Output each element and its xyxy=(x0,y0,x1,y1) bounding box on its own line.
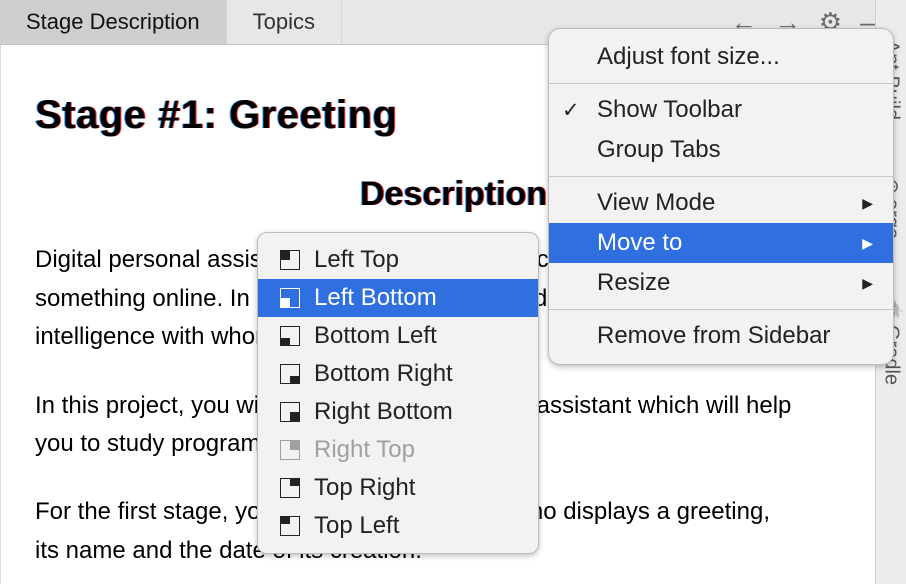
submenu-item-label: Right Bottom xyxy=(314,398,453,426)
menu-move-to[interactable]: Move to xyxy=(549,223,893,263)
submenu-bottom-right[interactable]: Bottom Right xyxy=(258,355,538,393)
pos-left-top-icon xyxy=(280,250,300,270)
submenu-bottom-left[interactable]: Bottom Left xyxy=(258,317,538,355)
menu-item-label: Show Toolbar xyxy=(597,96,742,124)
tab-topics[interactable]: Topics xyxy=(227,0,342,44)
submenu-top-left[interactable]: Top Left xyxy=(258,507,538,545)
submenu-left-top[interactable]: Left Top xyxy=(258,241,538,279)
submenu-item-label: Right Top xyxy=(314,436,415,464)
pos-right-top-icon xyxy=(280,440,300,460)
submenu-top-right[interactable]: Top Right xyxy=(258,469,538,507)
menu-resize[interactable]: Resize xyxy=(549,263,893,303)
pos-bottom-left-icon xyxy=(280,326,300,346)
submenu-item-label: Left Top xyxy=(314,246,399,274)
pos-top-right-icon xyxy=(280,478,300,498)
menu-view-mode[interactable]: View Mode xyxy=(549,183,893,223)
submenu-right-top[interactable]: Right Top xyxy=(258,431,538,469)
check-icon: ✓ xyxy=(562,98,580,123)
menu-separator xyxy=(549,176,893,177)
menu-separator xyxy=(549,83,893,84)
menu-remove-from-sidebar[interactable]: Remove from Sidebar xyxy=(549,316,893,356)
menu-separator xyxy=(549,309,893,310)
submenu-item-label: Bottom Left xyxy=(314,322,437,350)
pos-left-bottom-icon xyxy=(280,288,300,308)
submenu-item-label: Top Left xyxy=(314,512,399,540)
move-to-submenu: Left Top Left Bottom Bottom Left Bottom … xyxy=(257,232,539,554)
pos-bottom-right-icon xyxy=(280,364,300,384)
pos-right-bottom-icon xyxy=(280,402,300,422)
menu-adjust-font-size[interactable]: Adjust font size... xyxy=(549,37,893,77)
menu-group-tabs[interactable]: Group Tabs xyxy=(549,130,893,170)
submenu-right-bottom[interactable]: Right Bottom xyxy=(258,393,538,431)
tab-stage-description[interactable]: Stage Description xyxy=(0,0,227,44)
submenu-left-bottom[interactable]: Left Bottom xyxy=(258,279,538,317)
pos-top-left-icon xyxy=(280,516,300,536)
submenu-item-label: Top Right xyxy=(314,474,415,502)
submenu-item-label: Bottom Right xyxy=(314,360,453,388)
menu-show-toolbar[interactable]: ✓ Show Toolbar xyxy=(549,90,893,130)
options-menu: Adjust font size... ✓ Show Toolbar Group… xyxy=(548,28,894,365)
submenu-item-label: Left Bottom xyxy=(314,284,437,312)
